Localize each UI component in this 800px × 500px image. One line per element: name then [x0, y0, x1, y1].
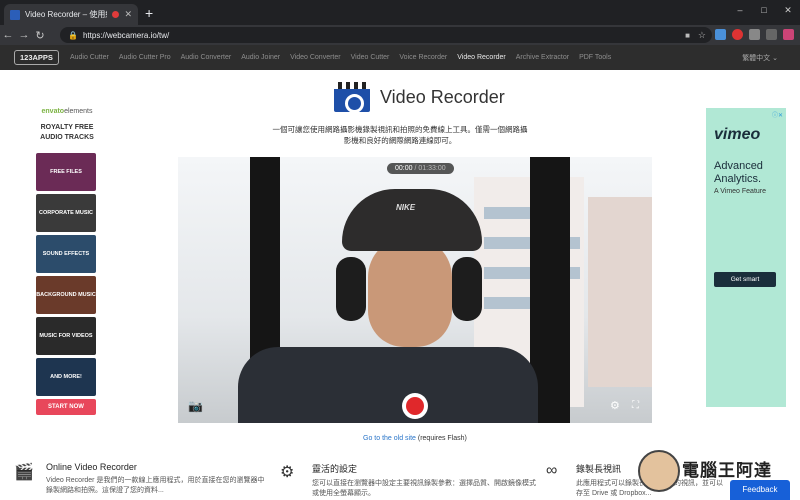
ad-tile[interactable]: MUSIC FOR VIDEOS: [36, 317, 96, 355]
language-selector[interactable]: 繁體中文 ⌄: [742, 53, 778, 63]
extension-icon[interactable]: [766, 29, 777, 40]
nav-item[interactable]: Voice Recorder: [394, 54, 452, 61]
nav-item[interactable]: Audio Cutter: [65, 54, 114, 61]
envato-logo: envatoelements: [41, 108, 93, 115]
site-logo[interactable]: 123APPS: [14, 50, 59, 65]
recording-timer: 00:00 / 01:33:00: [387, 163, 454, 174]
extensions-area: [715, 29, 794, 40]
fullscreen-icon[interactable]: ⛶: [632, 400, 639, 411]
feature-block: 🎬 Online Video Recorder Video Recorder 是…: [14, 462, 270, 496]
back-icon[interactable]: ←: [0, 29, 16, 41]
app-header: Video Recorder: [334, 82, 505, 113]
feature-block: ⚙ 靈活的設定 您可以直接在瀏覽器中設定主要視訊錄製參數：選擇品質、開啟鏡像模式…: [280, 462, 540, 499]
tab-close-icon[interactable]: ✕: [124, 9, 132, 20]
favicon-icon: [10, 9, 20, 20]
extension-icon[interactable]: [732, 29, 743, 40]
window-controls: – □ ✕: [728, 0, 800, 20]
nav-item[interactable]: Audio Converter: [176, 54, 237, 61]
vimeo-logo: vimeo: [714, 126, 761, 143]
app-description: 一個可讓您使用網路攝影機錄製視訊和拍照的免費線上工具。僅需一個網路攝影機和良好的…: [272, 125, 528, 145]
page-content: envatoelements ROYALTY FREE AUDIO TRACKS…: [0, 70, 800, 500]
old-site-link[interactable]: Go to the old site: [363, 435, 416, 442]
ad-tile[interactable]: FREE FILES: [36, 153, 96, 191]
maximize-button[interactable]: □: [752, 0, 776, 20]
ad-tile[interactable]: CORPORATE MUSIC: [36, 194, 96, 232]
video-person-shirt: [238, 347, 538, 423]
record-dot-icon: [406, 397, 424, 415]
browser-toolbar: ← → ↻ 🔒 https://webcamera.io/tw/ ■ ☆: [0, 25, 800, 45]
video-window: [484, 207, 530, 219]
forward-icon[interactable]: →: [16, 29, 32, 41]
video-window: [484, 267, 530, 279]
ad-headline: ROYALTY FREE AUDIO TRACKS: [40, 124, 94, 141]
old-site-note: Go to the old site (requires Flash): [363, 435, 467, 442]
feedback-button[interactable]: Feedback: [730, 480, 790, 500]
nav-item[interactable]: Video Converter: [285, 54, 345, 61]
settings-gear-icon[interactable]: ⚙: [610, 399, 620, 412]
watermark-logo-icon: [638, 450, 680, 492]
nav-item[interactable]: Audio Joiner: [236, 54, 285, 61]
video-recorder-icon: 🎬: [14, 464, 34, 481]
nav-item[interactable]: Archive Extractor: [511, 54, 574, 61]
nav-item[interactable]: Audio Cutter Pro: [114, 54, 176, 61]
headphone-left: [336, 257, 366, 321]
address-bar[interactable]: 🔒 https://webcamera.io/tw/ ■ ☆: [60, 27, 712, 43]
settings-gear-icon: ⚙: [280, 464, 295, 481]
bookmark-star-icon[interactable]: ☆: [698, 30, 706, 41]
profile-avatar[interactable]: [783, 29, 794, 40]
ad-subtitle: A Vimeo Feature: [714, 188, 767, 195]
extension-icon[interactable]: [749, 29, 760, 40]
ad-tile[interactable]: SOUND EFFECTS: [36, 235, 96, 273]
nav-item[interactable]: PDF Tools: [574, 54, 616, 61]
recording-indicator-icon: [112, 11, 120, 18]
browser-tab[interactable]: Video Recorder – 使用網路... ✕: [4, 4, 138, 25]
record-button[interactable]: [402, 393, 428, 419]
nav-item-active[interactable]: Video Recorder: [452, 54, 511, 61]
feature-text: Video Recorder 是我們的一款線上應用程式，用於直接在您的瀏覽器中錄…: [46, 477, 265, 494]
video-window: [484, 297, 530, 309]
nav-item[interactable]: Video Cutter: [346, 54, 395, 61]
extension-icon[interactable]: [715, 29, 726, 40]
new-tab-button[interactable]: +: [145, 4, 153, 22]
left-advertisement[interactable]: envatoelements ROYALTY FREE AUDIO TRACKS…: [36, 108, 98, 415]
browser-tab-strip: Video Recorder – 使用網路... ✕ + – □ ✕: [0, 0, 800, 25]
camera-snapshot-icon[interactable]: 📷: [188, 399, 203, 413]
feature-text: 您可以直接在瀏覽器中設定主要視訊錄製參數：選擇品質、開啟鏡像模式或使用全螢幕顯示…: [312, 480, 536, 497]
lock-icon: 🔒: [68, 30, 78, 40]
right-advertisement[interactable]: ⓘ✕ vimeo Advanced Analytics. A Vimeo Fea…: [706, 108, 786, 407]
headphone-right: [452, 257, 482, 321]
site-navigation: 123APPS Audio Cutter Audio Cutter Pro Au…: [0, 45, 800, 70]
url-text: https://webcamera.io/tw/: [82, 30, 170, 40]
ad-headline: Advanced Analytics.: [714, 160, 763, 185]
ad-tile[interactable]: BACKGROUND MUSIC: [36, 276, 96, 314]
app-menu: Audio Cutter Audio Cutter Pro Audio Conv…: [65, 54, 616, 61]
reload-icon[interactable]: ↻: [32, 29, 48, 42]
start-now-button[interactable]: START NOW: [36, 399, 96, 415]
video-person-face: [368, 237, 452, 347]
video-window: [484, 237, 530, 249]
video-building: [588, 197, 652, 387]
ad-info-icon[interactable]: ⓘ✕: [772, 110, 783, 119]
close-window-button[interactable]: ✕: [776, 0, 800, 20]
minimize-button[interactable]: –: [728, 0, 752, 20]
page-title: Video Recorder: [380, 86, 505, 107]
video-recorder-logo-icon: [334, 82, 370, 113]
get-smart-button[interactable]: Get smart: [714, 272, 776, 287]
feature-title: 靈活的設定: [312, 464, 358, 474]
camera-in-use-icon[interactable]: ■: [685, 31, 690, 40]
webcam-preview: NIKE 00:00 / 01:33:00 📷 ⚙ ⛶: [178, 157, 652, 423]
infinity-icon: ∞: [546, 462, 558, 479]
watermark-text: 電腦王阿達: [682, 461, 772, 480]
tab-title: Video Recorder – 使用網路...: [25, 10, 107, 19]
feature-title: Online Video Recorder: [46, 462, 137, 472]
ad-tile[interactable]: AND MORE!: [36, 358, 96, 396]
